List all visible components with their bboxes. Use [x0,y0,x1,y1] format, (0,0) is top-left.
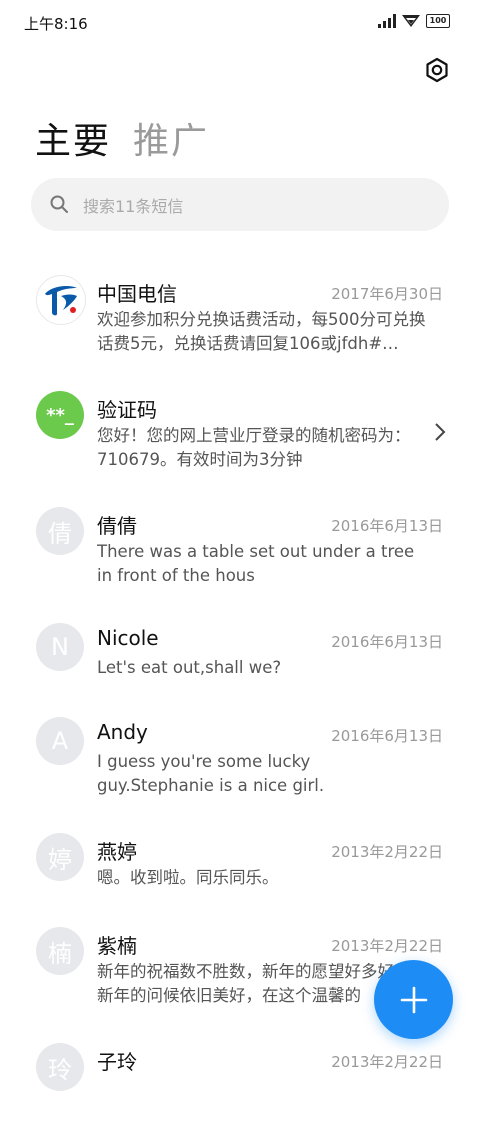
wifi-icon [402,15,420,27]
gear-icon[interactable] [424,57,450,83]
contact-name: 倩倩 [97,514,137,538]
message-date: 2016年6月13日 [331,517,443,535]
battery-level: 100 [429,16,447,25]
conversation-item[interactable]: **_ 验证码 您好！您的网上营业厅登录的随机密码为：710679。有效时间为3… [0,374,480,490]
contact-name: 验证码 [97,398,157,422]
contact-name: 燕婷 [97,840,137,864]
tab-promotions[interactable]: 推广 [133,112,209,164]
message-preview: 您好！您的网上营业厅登录的随机密码为：710679。有效时间为3分钟 [97,426,411,469]
contact-name: Nicole [97,626,159,650]
avatar: N [36,623,84,671]
avatar-text: 婷 [48,845,72,874]
search-placeholder: 搜索11条短信 [83,197,184,216]
avatar: A [36,717,84,765]
conversation-item[interactable]: 玲 子玲 2013年2月22日 [0,1026,480,1142]
tab-bar: 主要 推广 [35,112,209,164]
conversation-item[interactable]: 中国电信 2017年6月30日 欢迎参加积分兑换话费活动，每500分可兑换话费5… [0,258,480,374]
conversation-item[interactable]: N Nicole 2016年6月13日 Let's eat out,shall … [0,606,480,700]
status-bar: 上午8:16 100 [0,0,480,44]
conversation-item[interactable]: A Andy 2016年6月13日 I guess you're some lu… [0,700,480,816]
avatar-text: 楠 [48,939,72,968]
plus-icon [400,986,427,1013]
contact-name: Andy [97,720,148,744]
avatar-text: A [51,727,69,755]
search-input[interactable]: 搜索11条短信 [31,178,449,231]
avatar-text: 玲 [48,1055,72,1084]
avatar: 楠 [36,927,84,975]
avatar-text: N [51,633,69,661]
message-preview: 嗯。收到啦。同乐同乐。 [97,868,279,887]
contact-name: 子玲 [97,1050,137,1074]
new-message-button[interactable] [374,960,453,1039]
avatar [36,275,86,325]
contact-name: 中国电信 [97,282,177,306]
avatar: 倩 [36,507,84,555]
avatar-text: **_ [46,404,74,426]
battery-icon: 100 [426,14,450,28]
conversation-item[interactable]: 婷 燕婷 2013年2月22日 嗯。收到啦。同乐同乐。 [0,816,480,910]
search-icon [50,195,68,213]
chevron-right-icon [435,423,446,441]
message-preview: There was a table set out under a tree i… [97,542,415,585]
message-date: 2013年2月22日 [331,1053,443,1071]
signal-icon [378,14,396,28]
message-date: 2016年6月13日 [331,633,443,651]
contact-name: 紫楠 [97,934,137,958]
status-icons: 100 [378,14,450,28]
message-preview: Let's eat out,shall we? [97,658,282,677]
avatar: 玲 [36,1043,84,1091]
message-date: 2013年2月22日 [331,937,443,955]
china-telecom-logo-icon [45,286,77,316]
avatar-text: 倩 [48,519,72,548]
avatar: 婷 [36,833,84,881]
message-date: 2013年2月22日 [331,843,443,861]
avatar: **_ [36,391,84,439]
message-date: 2016年6月13日 [331,727,443,745]
tab-primary[interactable]: 主要 [35,112,111,164]
status-time: 上午8:16 [24,15,88,33]
conversation-item[interactable]: 倩 倩倩 2016年6月13日 There was a table set ou… [0,490,480,606]
message-preview: I guess you're some lucky guy.Stephanie … [97,752,325,795]
message-preview: 欢迎参加积分兑换话费活动，每500分可兑换话费5元，兑换话费请回复106或jfd… [97,310,426,353]
message-date: 2017年6月30日 [331,285,443,303]
